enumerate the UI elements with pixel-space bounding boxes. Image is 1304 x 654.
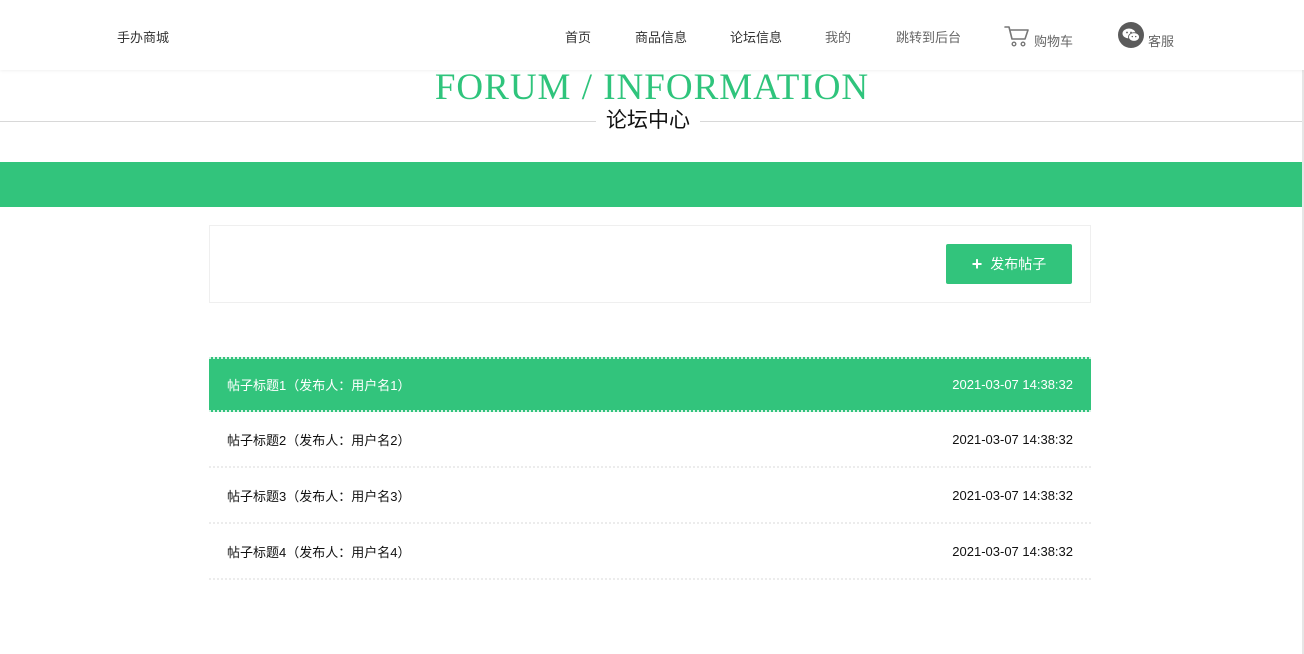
- green-banner: [0, 162, 1304, 207]
- title-chinese: 论坛中心: [596, 106, 700, 136]
- post-row[interactable]: 帖子标题4（发布人：用户名4） 2021-03-07 14:38:32: [209, 524, 1091, 580]
- nav-cart[interactable]: 购物车: [1004, 22, 1073, 48]
- nav-mine[interactable]: 我的: [825, 27, 851, 46]
- cart-label: 购物车: [1034, 34, 1074, 49]
- nav-service[interactable]: 客服: [1118, 22, 1174, 48]
- post-time: 2021-03-07 14:38:32: [952, 377, 1073, 392]
- post-row[interactable]: 帖子标题2（发布人：用户名2） 2021-03-07 14:38:32: [209, 412, 1091, 468]
- post-time: 2021-03-07 14:38:32: [952, 543, 1073, 559]
- cart-icon: [1004, 24, 1030, 48]
- post-time: 2021-03-07 14:38:32: [952, 431, 1073, 447]
- post-row[interactable]: 帖子标题1（发布人：用户名1） 2021-03-07 14:38:32: [209, 357, 1091, 412]
- wechat-icon: [1118, 22, 1144, 48]
- post-time: 2021-03-07 14:38:32: [952, 487, 1073, 503]
- nav-products[interactable]: 商品信息: [635, 27, 687, 46]
- nav-forum[interactable]: 论坛信息: [730, 27, 782, 46]
- nav-home[interactable]: 首页: [565, 27, 591, 46]
- post-title: 帖子标题3（发布人：用户名3）: [227, 488, 411, 504]
- post-title: 帖子标题2（发布人：用户名2）: [227, 432, 411, 448]
- post-title: 帖子标题1（发布人：用户名1）: [227, 378, 411, 393]
- plus-icon: +: [971, 254, 983, 274]
- publish-post-label: 发布帖子: [990, 256, 1047, 272]
- top-header: 手办商城 首页 商品信息 论坛信息 我的 跳转到后台 购物车 客服: [0, 0, 1304, 70]
- brand-name[interactable]: 手办商城: [117, 27, 169, 46]
- nav-backend[interactable]: 跳转到后台: [896, 27, 961, 46]
- publish-post-button[interactable]: + 发布帖子: [946, 244, 1072, 284]
- post-list: 帖子标题1（发布人：用户名1） 2021-03-07 14:38:32 帖子标题…: [209, 357, 1091, 580]
- post-title: 帖子标题4（发布人：用户名4）: [227, 544, 411, 560]
- forum-toolbar: + 发布帖子: [209, 225, 1091, 303]
- service-label: 客服: [1148, 34, 1175, 49]
- section-title: FORUM / INFORMATION 论坛中心: [0, 60, 1304, 140]
- post-row[interactable]: 帖子标题3（发布人：用户名3） 2021-03-07 14:38:32: [209, 468, 1091, 524]
- title-english: FORUM / INFORMATION: [434, 67, 870, 108]
